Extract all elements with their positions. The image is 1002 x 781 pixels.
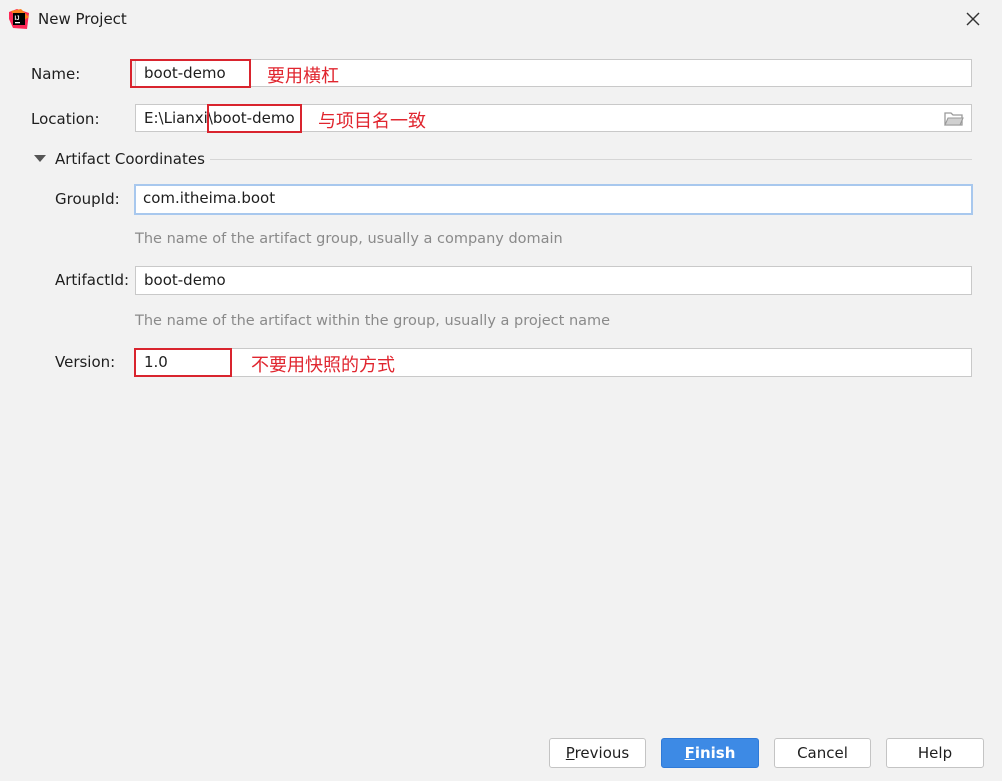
- artifact-id-value: boot-demo: [144, 271, 226, 289]
- group-id-hint: The name of the artifact group, usually …: [135, 231, 563, 247]
- previous-button[interactable]: Previous: [549, 738, 646, 768]
- location-annotation: 与项目名一致: [318, 111, 426, 132]
- location-label: Location:: [31, 110, 100, 128]
- group-id-value: com.itheima.boot: [143, 189, 276, 207]
- svg-text:IJ: IJ: [15, 16, 20, 22]
- cancel-button[interactable]: Cancel: [774, 738, 871, 768]
- artifact-id-field[interactable]: boot-demo: [135, 266, 972, 295]
- version-annotation: 不要用快照的方式: [251, 355, 395, 376]
- finish-button[interactable]: Finish: [661, 738, 759, 768]
- artifact-coordinates-section[interactable]: Artifact Coordinates: [55, 150, 205, 168]
- section-divider: [210, 159, 972, 160]
- version-highlight-box: [134, 348, 232, 377]
- location-prefix: E:\Lianxi\: [144, 109, 213, 127]
- artifact-id-hint: The name of the artifact within the grou…: [135, 313, 611, 329]
- help-button[interactable]: Help: [886, 738, 984, 768]
- artifact-id-label: ArtifactId:: [55, 271, 130, 289]
- name-label: Name:: [31, 65, 81, 83]
- close-icon[interactable]: [960, 6, 986, 32]
- intellij-idea-icon: IJ: [9, 9, 29, 29]
- collapse-arrow-icon[interactable]: [34, 155, 46, 162]
- location-highlight-box: [207, 104, 302, 133]
- name-field[interactable]: boot-demo: [135, 59, 972, 87]
- name-highlight-box: [130, 59, 251, 88]
- name-annotation: 要用横杠: [267, 66, 339, 87]
- folder-icon[interactable]: [944, 111, 964, 127]
- group-id-field[interactable]: com.itheima.boot: [134, 184, 973, 215]
- group-id-label: GroupId:: [55, 190, 120, 208]
- window-title: New Project: [38, 10, 127, 28]
- title-bar: IJ New Project: [0, 0, 1002, 38]
- version-label: Version:: [55, 353, 116, 371]
